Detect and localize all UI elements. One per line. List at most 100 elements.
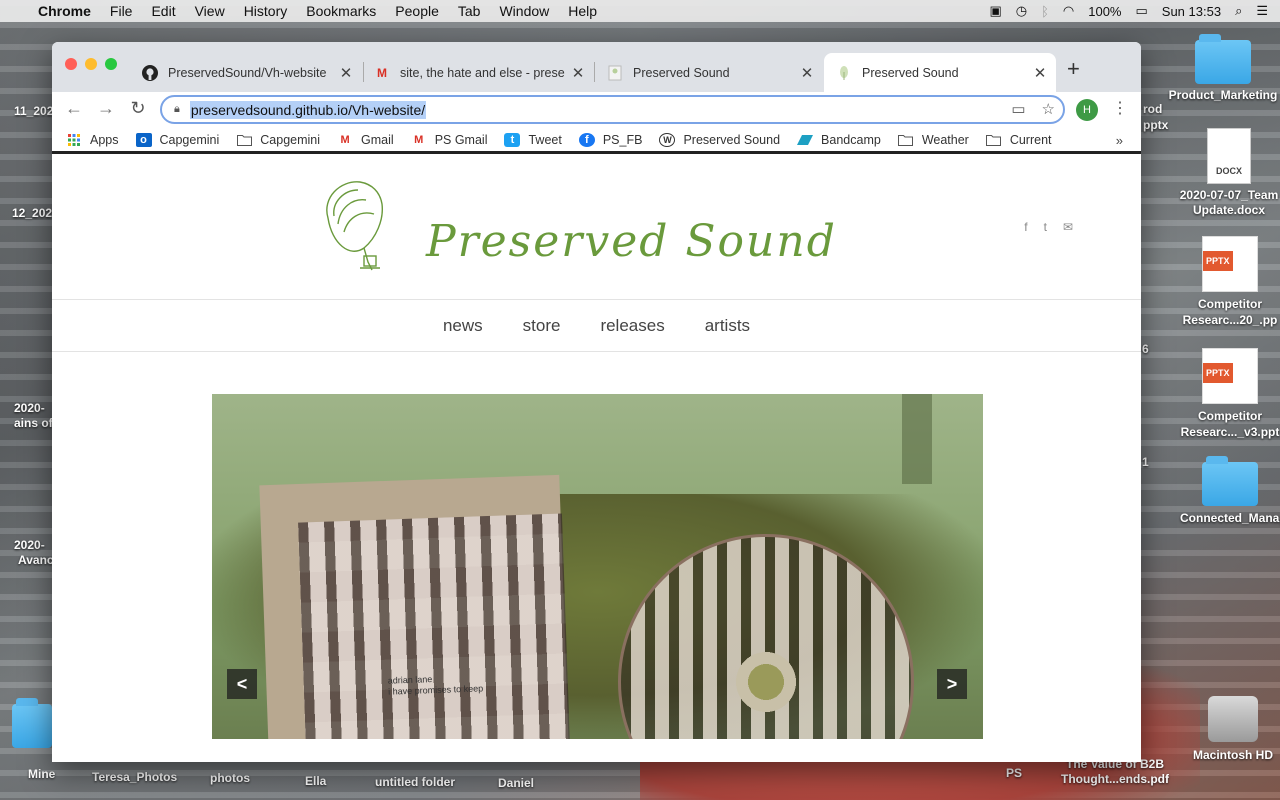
reload-icon[interactable]: ↻ [126,98,150,119]
wifi-icon[interactable]: ◠ [1063,3,1074,19]
tab-github[interactable]: PreservedSound/Vh-website ✕ [130,53,362,92]
nav-news[interactable]: news [443,316,483,336]
menu-tab[interactable]: Tab [458,3,481,19]
nav-releases[interactable]: releases [600,316,664,336]
desktop-label-daniel[interactable]: Daniel [498,776,534,790]
more-bookmarks-button[interactable]: » [1116,133,1123,148]
desktop-drive-macintosh-hd[interactable]: Macintosh HD [1186,696,1280,762]
desktop-file-competitor-research-2[interactable]: PPTX Competitor Researc..._v3.ppt [1180,348,1280,440]
site-logo-text[interactable]: Preserved Sound [426,216,837,267]
slider-prev-button[interactable]: < [227,669,257,699]
lock-icon[interactable]: 🔒︎ [174,103,180,116]
menu-window[interactable]: Window [499,3,549,19]
desktop-label-ella[interactable]: Ella [305,774,326,788]
desktop-item-partial[interactable]: pptx [1143,118,1168,132]
address-bar[interactable]: 🔒︎ preservedsound.github.io/Vh-website/ … [160,95,1065,124]
bookmark-current[interactable]: Current [986,133,1052,147]
web-page: Preserved Sound f t ✉ news store release… [52,154,1141,739]
bookmark-apps[interactable]: Apps [66,133,119,147]
gramophone-logo-icon[interactable] [320,178,390,274]
cast-icon[interactable]: ▭ [1011,100,1025,118]
close-tab-icon[interactable]: ✕ [570,64,586,82]
zoom-window-button[interactable] [105,58,117,70]
bookmark-gmail[interactable]: M Gmail [337,133,393,147]
time-machine-icon[interactable]: ◷ [1016,3,1027,19]
desktop-item-label: 2020- [14,401,45,415]
desktop-label-untitled-folder[interactable]: untitled folder [375,775,455,789]
desktop-label-teresa-photos[interactable]: Teresa_Photos [92,770,177,784]
battery-icon[interactable]: ▭ [1135,3,1147,19]
desktop-folder-mine[interactable] [12,698,52,752]
desktop-folder-connected-manager[interactable]: Connected_Manager [1180,456,1280,526]
menubar-clock[interactable]: Sun 13:53 [1162,4,1221,19]
chrome-menu-icon[interactable]: ⋮ [1112,98,1128,118]
bookmark-ps-gmail[interactable]: M PS Gmail [411,133,487,147]
menu-help[interactable]: Help [568,3,597,19]
desktop-item[interactable]: Avanc [18,553,54,567]
tab-title: site, the hate and else - prese [400,65,565,80]
bookmark-capgemini-outlook[interactable]: o Capgemini [135,132,219,147]
gmail-icon: M [340,133,350,146]
bookmark-capgemini-folder[interactable]: Capgemini [236,133,320,147]
bluetooth-icon[interactable]: ᛒ [1041,4,1049,19]
close-tab-icon[interactable]: ✕ [338,64,354,82]
forward-arrow-icon[interactable]: → [94,98,118,119]
email-icon[interactable]: ✉ [1063,220,1073,234]
spotlight-search-icon[interactable]: ⌕ [1235,3,1242,19]
desktop-label-photos[interactable]: photos [210,771,250,785]
desktop-item-partial[interactable]: rod [1143,102,1162,116]
bookmark-label: Bandcamp [821,132,881,147]
menu-app-name[interactable]: Chrome [38,3,91,19]
screen-share-icon[interactable]: ▣ [989,3,1001,19]
notification-center-icon[interactable]: ☰ [1256,3,1268,19]
twitter-icon[interactable]: t [1044,220,1047,234]
tab-preserved-sound-1[interactable]: Preserved Sound ✕ [595,53,823,92]
bookmark-preserved-sound[interactable]: W Preserved Sound [659,132,780,147]
desktop-item[interactable]: 2020- [14,401,45,415]
slider-next-button[interactable]: > [937,669,967,699]
bookmark-weather[interactable]: Weather [898,133,969,147]
tab-preserved-sound-active[interactable]: Preserved Sound ✕ [824,53,1056,92]
github-icon [142,64,158,81]
bookmark-label: Capgemini [260,132,321,147]
close-window-button[interactable] [65,58,77,70]
image-slider[interactable]: adrian lane i have promises to keep < > [212,394,983,739]
desktop-item-label: Ella [305,774,327,788]
address-url[interactable]: preservedsound.github.io/Vh-website/ [189,100,427,119]
desktop-label-mine[interactable]: Mine [28,767,55,781]
desktop-item[interactable]: ains of [14,416,53,430]
tab-title: Preserved Sound [633,65,730,80]
menu-history[interactable]: History [244,3,288,19]
tab-gmail[interactable]: M site, the hate and else - prese ✕ [362,53,594,92]
bookmark-bandcamp[interactable]: Bandcamp [797,133,881,147]
bookmark-ps-fb[interactable]: f PS_FB [578,132,643,147]
desktop-file-team-update[interactable]: DOCX 2020-07-07_Team Update.docx [1178,128,1280,218]
bookmark-label: PS_FB [602,132,643,147]
close-tab-icon[interactable]: ✕ [1032,64,1048,82]
back-arrow-icon[interactable]: ← [62,98,86,119]
battery-percent[interactable]: 100% [1088,4,1121,19]
bookmark-star-icon[interactable]: ☆ [1042,100,1055,118]
menu-edit[interactable]: Edit [151,3,175,19]
menu-view[interactable]: View [195,3,225,19]
desktop-folder-product-marketing[interactable]: Product_Marketing [1166,34,1280,102]
facebook-icon[interactable]: f [1024,220,1027,234]
site-nav: news store releases artists [52,300,1141,352]
menu-file[interactable]: File [110,3,133,19]
new-tab-button[interactable]: + [1067,56,1080,82]
desktop-item[interactable]: 2020- [14,538,45,552]
menu-bookmarks[interactable]: Bookmarks [306,3,376,19]
desktop-file-competitor-research-1[interactable]: PPTX Competitor Researc...20_.pp [1180,236,1280,328]
outlook-icon: o [135,132,152,147]
menu-people[interactable]: People [395,3,439,19]
profile-avatar[interactable]: H [1076,99,1098,121]
nav-store[interactable]: store [523,316,561,336]
desktop-label-ps[interactable]: PS [1006,766,1022,780]
bookmarks-bar: Apps o Capgemini Capgemini M Gmail M PS … [52,128,1141,154]
minimize-window-button[interactable] [85,58,97,70]
desktop-item[interactable]: 11_202 [14,104,53,118]
bookmark-tweet[interactable]: t Tweet [504,132,562,147]
desktop-item[interactable]: 12_202 [12,206,52,220]
close-tab-icon[interactable]: ✕ [799,64,815,82]
nav-artists[interactable]: artists [705,316,750,336]
